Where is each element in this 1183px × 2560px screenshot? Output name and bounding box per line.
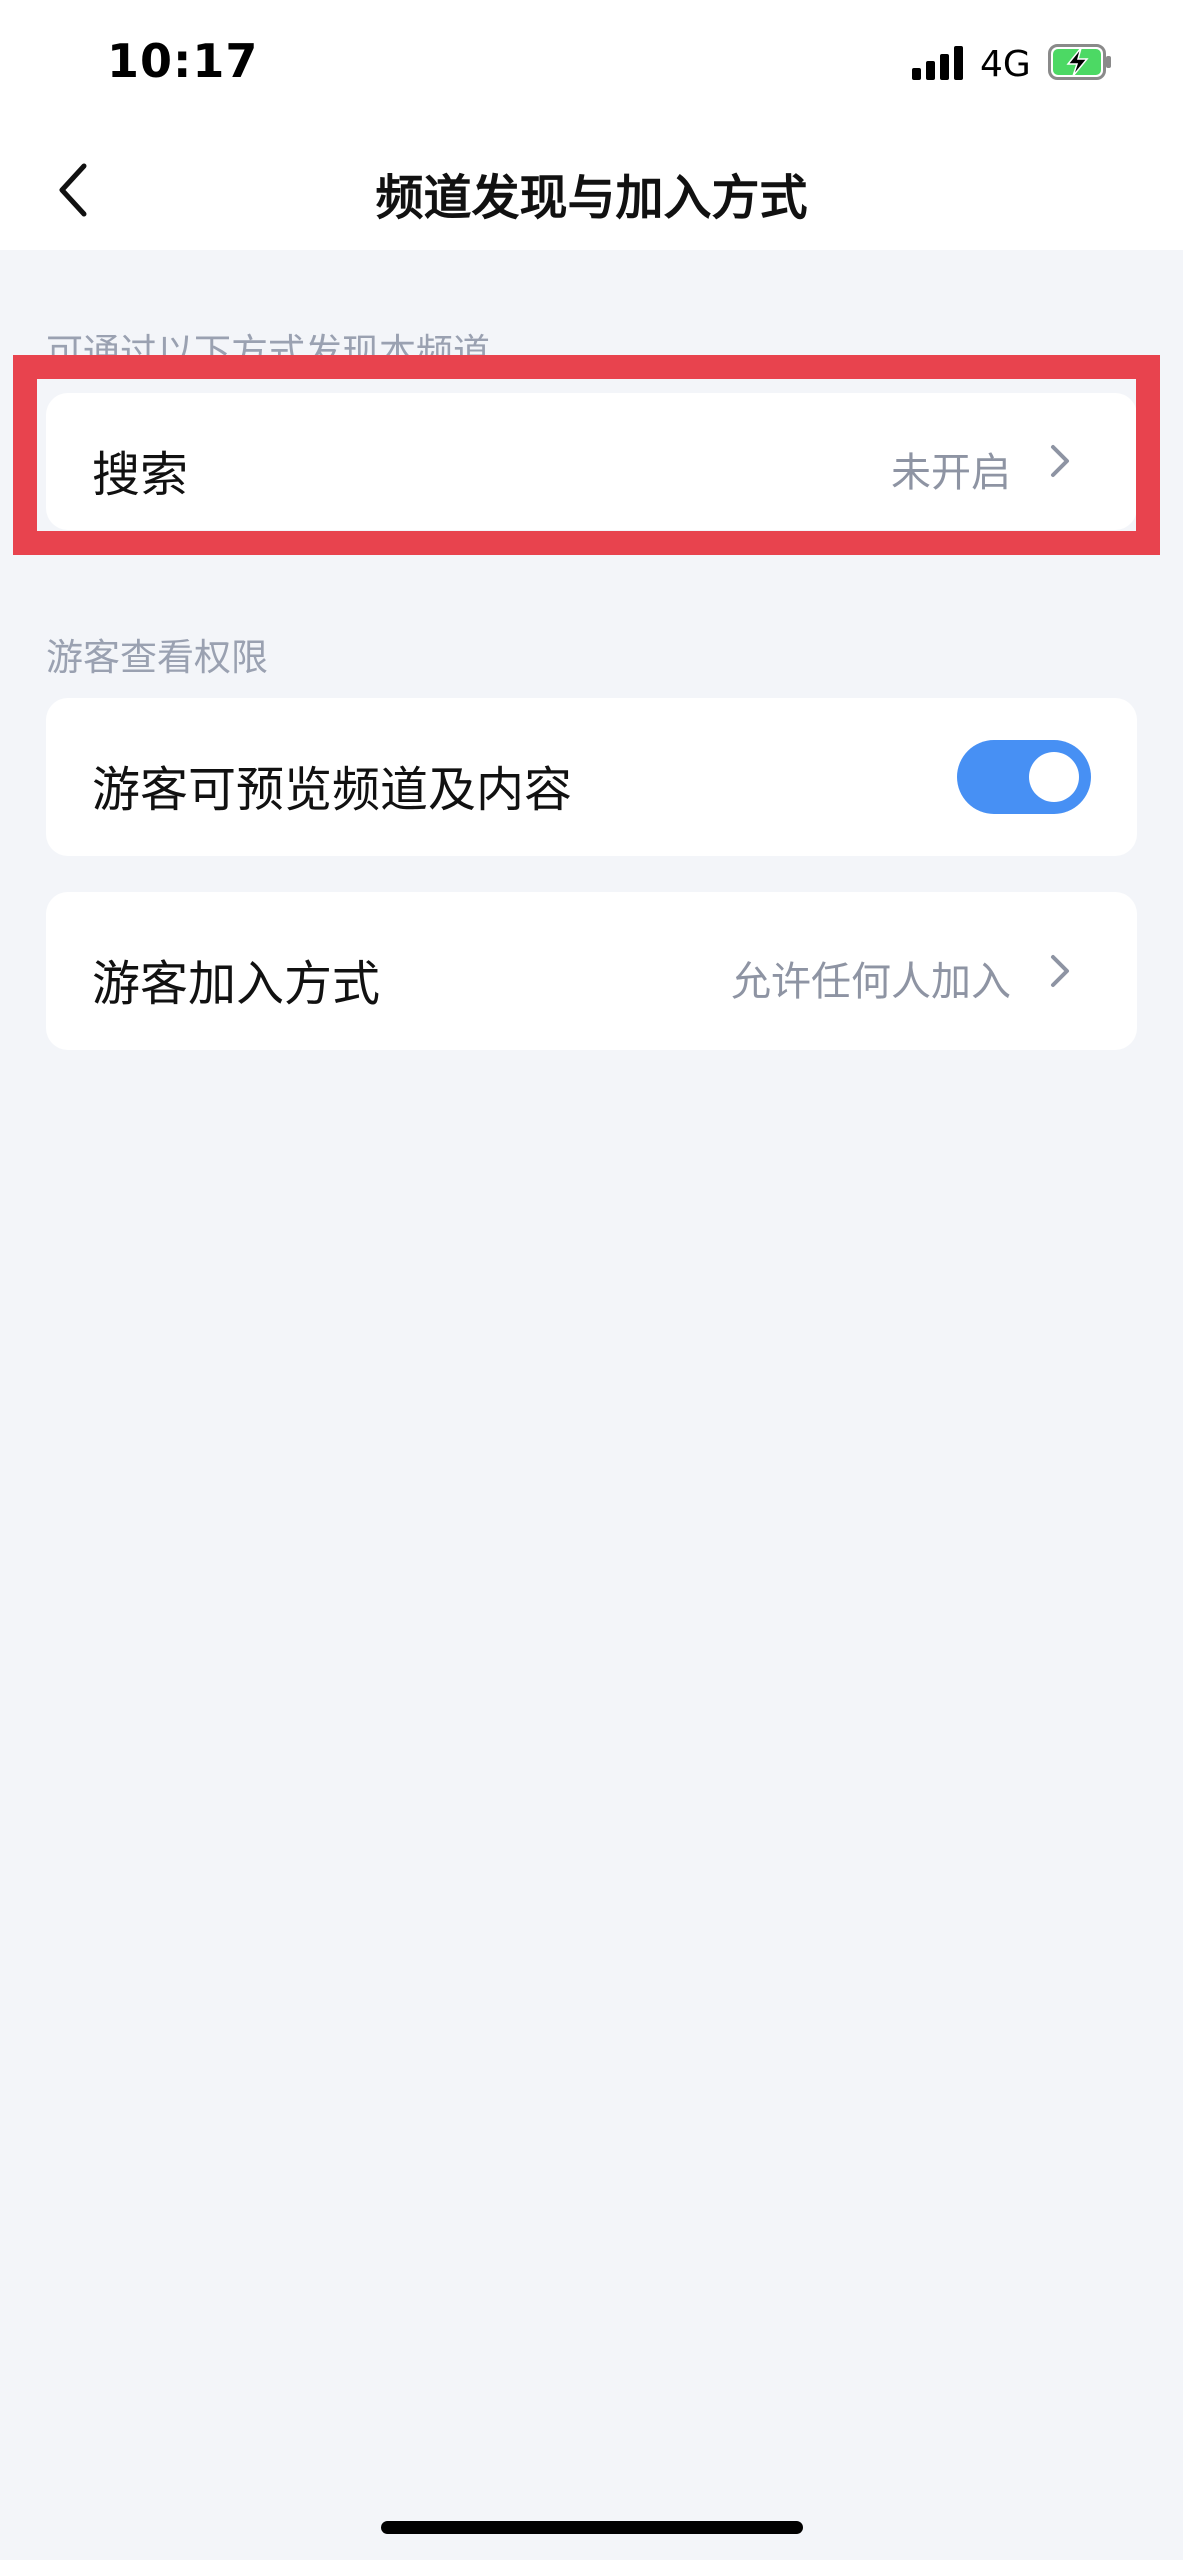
page-title: 频道发现与加入方式 bbox=[375, 170, 808, 226]
signal-icon bbox=[912, 46, 964, 80]
guest-preview-toggle[interactable] bbox=[957, 740, 1091, 814]
nav-bar: 频道发现与加入方式 bbox=[0, 130, 1183, 250]
guest-join-row[interactable]: 游客加入方式 允许任何人加入 bbox=[46, 892, 1137, 1050]
chevron-right-icon bbox=[1051, 955, 1069, 987]
guest-join-label: 游客加入方式 bbox=[92, 956, 381, 1012]
network-type: 4G bbox=[980, 44, 1031, 85]
status-bar: 10:17 4G bbox=[0, 0, 1183, 130]
guest-section-label: 游客查看权限 bbox=[46, 636, 268, 679]
guest-join-value: 允许任何人加入 bbox=[731, 959, 1011, 1005]
battery-charging-icon bbox=[1048, 44, 1111, 80]
guest-preview-row: 游客可预览频道及内容 bbox=[46, 698, 1137, 856]
home-indicator[interactable] bbox=[381, 2521, 803, 2534]
toggle-knob bbox=[1029, 752, 1079, 802]
status-time: 10:17 bbox=[107, 34, 259, 88]
guest-preview-label: 游客可预览频道及内容 bbox=[92, 762, 573, 818]
highlight-box bbox=[13, 355, 1160, 555]
